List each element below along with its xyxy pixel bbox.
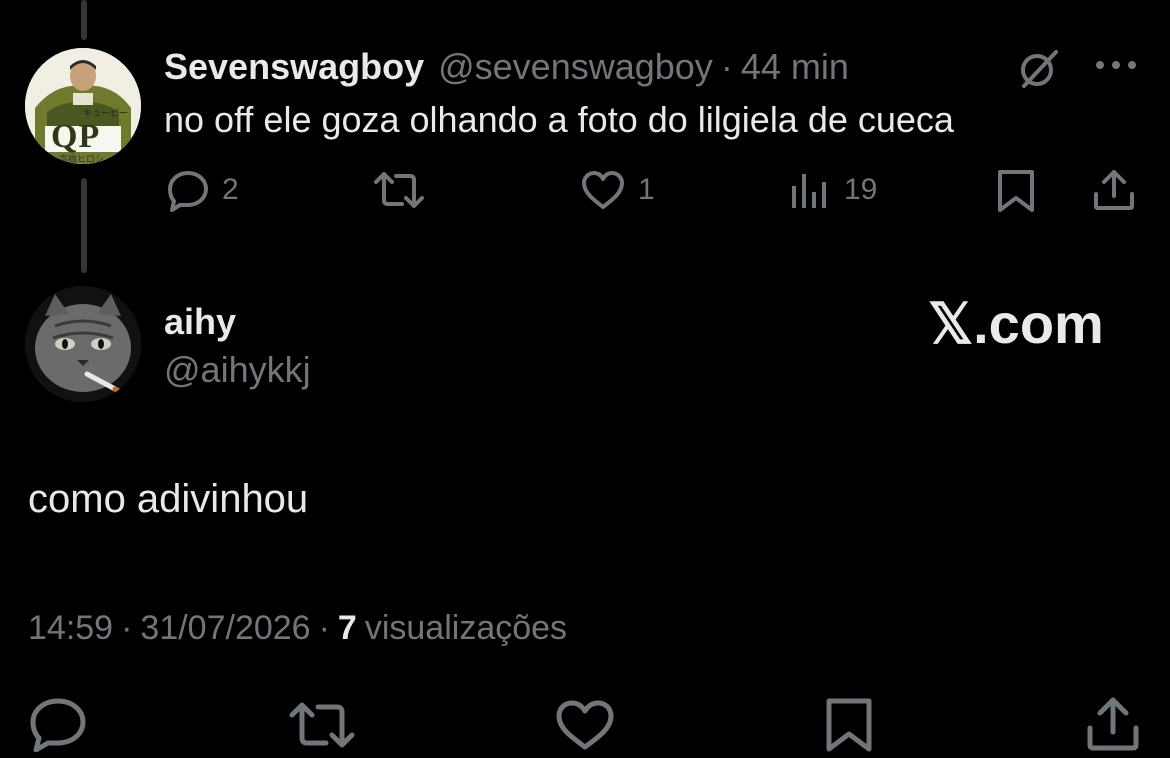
like-count: 1 <box>638 173 655 206</box>
like-button[interactable] <box>554 698 616 752</box>
avatar[interactable] <box>25 286 141 402</box>
share-icon <box>1084 694 1142 754</box>
reply-button[interactable] <box>28 696 88 752</box>
tweet-text: como adivinhou <box>28 477 309 521</box>
tweet-time[interactable]: 14:59 <box>28 606 113 650</box>
display-name[interactable]: aihy <box>164 300 236 344</box>
heart-icon <box>554 698 616 752</box>
separator: · <box>318 609 330 647</box>
cat-avatar-image <box>25 286 141 402</box>
thread-line-top <box>81 0 87 40</box>
separator: · <box>720 46 733 87</box>
avatar[interactable]: QP 高橋ヒロシ キューピー <box>25 48 141 164</box>
tweet-text: no off ele goza olhando a foto do lilgie… <box>164 99 954 140</box>
avatar-katakana-text: 高橋ヒロシ <box>59 154 105 164</box>
reply-button[interactable]: 2 <box>166 168 239 212</box>
share-button[interactable] <box>1090 166 1138 214</box>
reply-icon <box>28 696 88 752</box>
views-count: 7 <box>337 609 357 647</box>
views-count: 19 <box>844 173 878 206</box>
reply-count: 2 <box>222 173 239 206</box>
heart-icon <box>580 168 626 212</box>
x-com-watermark: 𝕏.com <box>928 292 1104 355</box>
separator: · <box>121 609 133 647</box>
views-button[interactable]: 19 <box>788 168 877 212</box>
bookmark-icon <box>994 168 1038 214</box>
tweet-metadata: 14:59 · 31/07/2026 · 7 visualizações <box>28 606 567 650</box>
views-label: visualizações <box>364 609 568 647</box>
share-icon <box>1090 166 1138 214</box>
views-icon <box>788 168 832 212</box>
handle[interactable]: @sevenswagboy <box>438 46 713 88</box>
repost-button[interactable] <box>372 168 426 212</box>
tweet-date[interactable]: 31/07/2026 <box>140 606 310 650</box>
bookmark-icon <box>822 696 876 754</box>
tweet-header: Sevenswagboy @sevenswagboy · 44 min <box>164 44 849 90</box>
like-button[interactable]: 1 <box>580 168 655 212</box>
avatar-logo-text: QP <box>51 118 101 155</box>
timestamp[interactable]: 44 min <box>741 46 849 88</box>
share-button[interactable] <box>1084 694 1142 754</box>
more-icon[interactable] <box>1094 58 1138 72</box>
repost-button[interactable] <box>288 698 356 752</box>
repost-icon <box>288 698 356 752</box>
bookmark-button[interactable] <box>994 168 1038 214</box>
handle[interactable]: @aihykkj <box>164 348 311 392</box>
avatar-top-text: キューピー <box>83 108 129 118</box>
grok-icon[interactable] <box>1016 46 1062 92</box>
bookmark-button[interactable] <box>822 696 876 754</box>
reply-icon <box>166 168 210 212</box>
display-name[interactable]: Sevenswagboy <box>164 46 424 88</box>
repost-icon <box>372 168 426 212</box>
thread-line-middle <box>81 178 87 273</box>
